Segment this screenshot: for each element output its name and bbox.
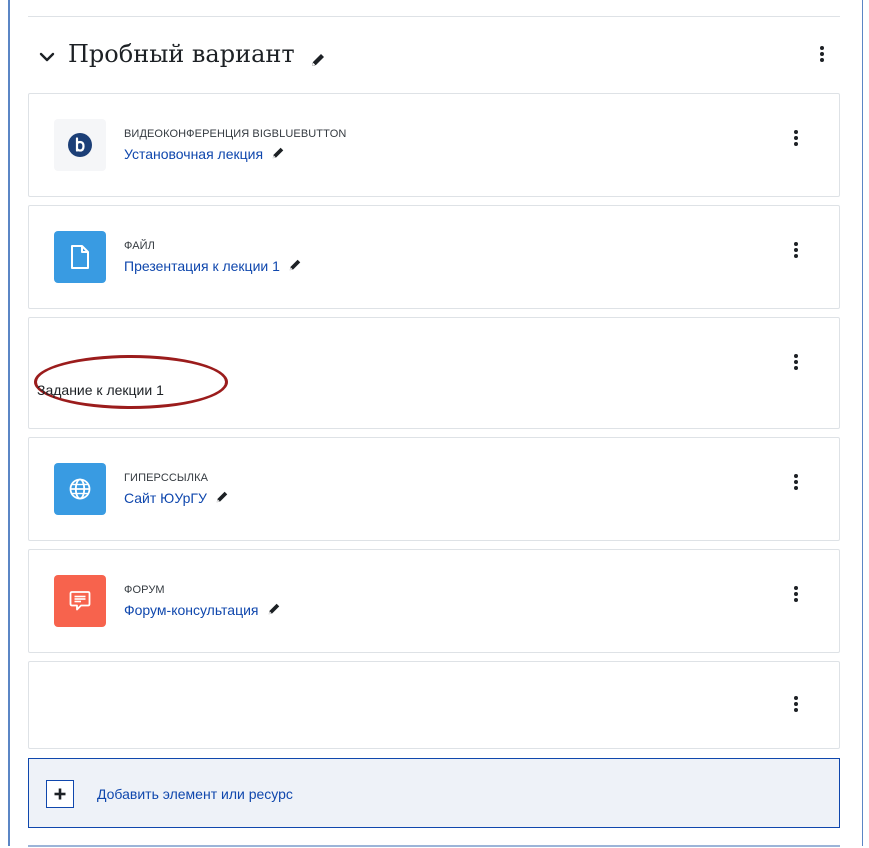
activity-link[interactable]: Сайт ЮУрГУ — [124, 490, 229, 506]
activity-file: ФАЙЛ Презентация к лекции 1 — [28, 205, 840, 309]
file-icon[interactable] — [54, 231, 106, 283]
section-divider-bottom — [28, 845, 840, 847]
chevron-down-icon[interactable] — [38, 48, 56, 66]
pencil-icon[interactable] — [215, 490, 229, 504]
activity-forum: ФОРУМ Форум-консультация — [28, 549, 840, 653]
pencil-icon[interactable] — [267, 602, 281, 616]
activity-type: ВИДЕОКОНФЕРЕНЦИЯ BIGBLUEBUTTON — [124, 128, 347, 140]
globe-icon[interactable] — [54, 463, 106, 515]
activity-type: ФОРУМ — [124, 584, 165, 596]
activity-menu-icon[interactable] — [792, 242, 800, 260]
activity-name[interactable]: Форум-консультация — [124, 602, 259, 618]
activity-bigbluebutton: ВИДЕОКОНФЕРЕНЦИЯ BIGBLUEBUTTON Установоч… — [28, 93, 840, 197]
section-header: Пробный вариант — [38, 38, 838, 74]
section-divider — [28, 16, 840, 17]
activity-menu-icon[interactable] — [792, 474, 800, 492]
activity-type: ФАЙЛ — [124, 240, 155, 252]
label-text: Задание к лекции 1 — [37, 382, 164, 398]
pencil-icon[interactable] — [310, 52, 326, 68]
activity-link[interactable]: Форум-консультация — [124, 602, 281, 618]
forum-icon[interactable] — [54, 575, 106, 627]
activity-name[interactable]: Установочная лекция — [124, 146, 263, 162]
bigbluebutton-icon[interactable] — [54, 119, 106, 171]
plus-icon[interactable] — [46, 780, 74, 808]
activity-link[interactable]: Установочная лекция — [124, 146, 285, 162]
activity-menu-icon[interactable] — [792, 130, 800, 148]
activity-label: Задание к лекции 1 — [28, 317, 840, 429]
section-menu-icon[interactable] — [818, 46, 826, 64]
activity-url: ГИПЕРССЫЛКА Сайт ЮУрГУ — [28, 437, 840, 541]
add-activity-button[interactable]: Добавить элемент или ресурс — [28, 758, 840, 828]
activity-name[interactable]: Сайт ЮУрГУ — [124, 490, 207, 506]
activity-link[interactable]: Презентация к лекции 1 — [124, 258, 302, 274]
section-title[interactable]: Пробный вариант — [68, 40, 295, 68]
activity-menu-icon[interactable] — [792, 696, 800, 714]
activity-menu-icon[interactable] — [792, 586, 800, 604]
activity-menu-icon[interactable] — [792, 354, 800, 372]
activity-name[interactable]: Презентация к лекции 1 — [124, 258, 280, 274]
pencil-icon[interactable] — [271, 146, 285, 160]
pencil-icon[interactable] — [288, 258, 302, 272]
add-activity-label[interactable]: Добавить элемент или ресурс — [97, 786, 293, 802]
activity-type: ГИПЕРССЫЛКА — [124, 472, 209, 484]
activity-empty — [28, 661, 840, 749]
